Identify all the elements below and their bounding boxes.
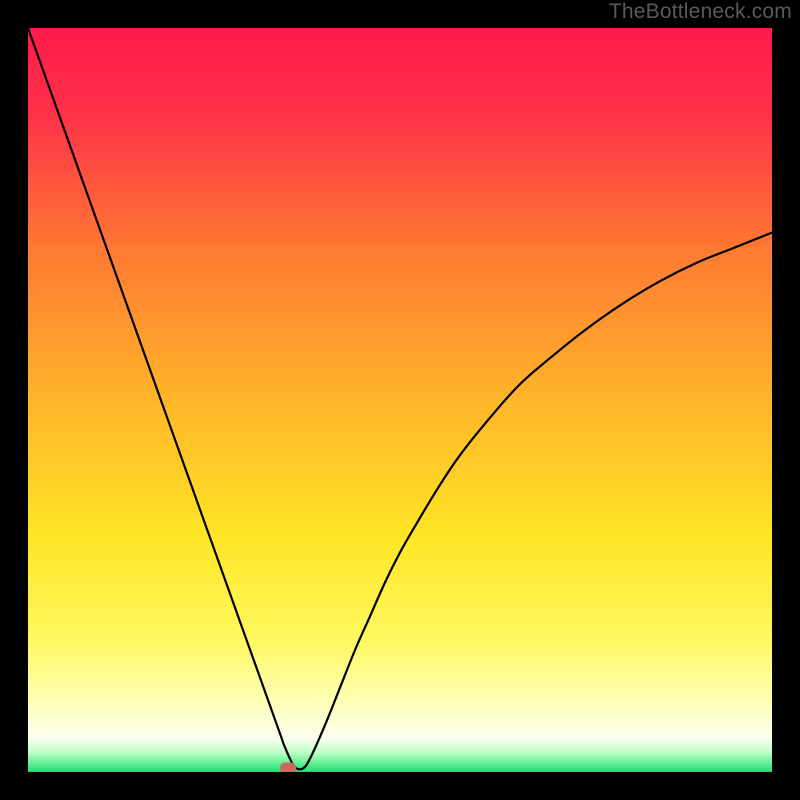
plot-area bbox=[28, 28, 772, 772]
watermark-text: TheBottleneck.com bbox=[609, 0, 792, 24]
gradient-background bbox=[28, 28, 772, 772]
